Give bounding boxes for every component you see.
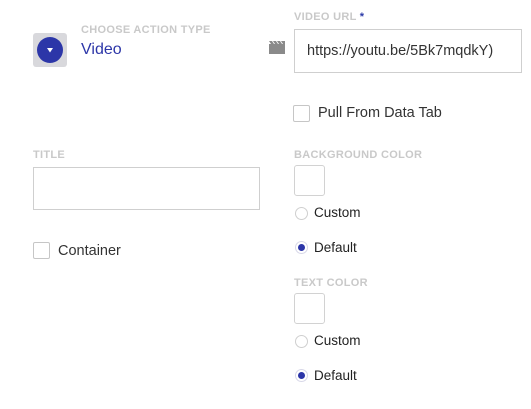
container-label: Container	[58, 243, 121, 259]
background-color-default-label: Default	[314, 240, 357, 255]
film-icon	[269, 41, 285, 54]
title-input[interactable]	[33, 167, 260, 210]
video-url-label-text: VIDEO URL	[294, 11, 357, 23]
background-color-swatch[interactable]	[294, 165, 325, 196]
text-color-label: TEXT COLOR	[294, 277, 368, 289]
background-color-default-radio[interactable]	[295, 241, 308, 254]
text-color-default-radio[interactable]	[295, 369, 308, 382]
text-color-swatch[interactable]	[294, 293, 325, 324]
text-color-custom-radio[interactable]	[295, 335, 308, 348]
video-url-label: VIDEO URL *	[294, 11, 364, 23]
required-marker: *	[359, 11, 365, 23]
text-color-custom-label: Custom	[314, 333, 361, 348]
action-type-button[interactable]	[33, 33, 67, 67]
text-color-default-label: Default	[314, 368, 357, 383]
container-checkbox[interactable]	[33, 242, 50, 259]
pull-from-data-tab-label: Pull From Data Tab	[318, 105, 442, 121]
pull-from-data-tab-checkbox[interactable]	[293, 105, 310, 122]
background-color-label: BACKGROUND COLOR	[294, 149, 423, 161]
title-label: TITLE	[33, 149, 66, 161]
background-color-custom-radio[interactable]	[295, 207, 308, 220]
background-color-custom-label: Custom	[314, 205, 361, 220]
action-type-label: CHOOSE ACTION TYPE	[81, 24, 211, 36]
video-url-input[interactable]	[294, 29, 522, 73]
chevron-down-icon	[37, 37, 63, 63]
action-type-value[interactable]: Video	[81, 41, 122, 59]
